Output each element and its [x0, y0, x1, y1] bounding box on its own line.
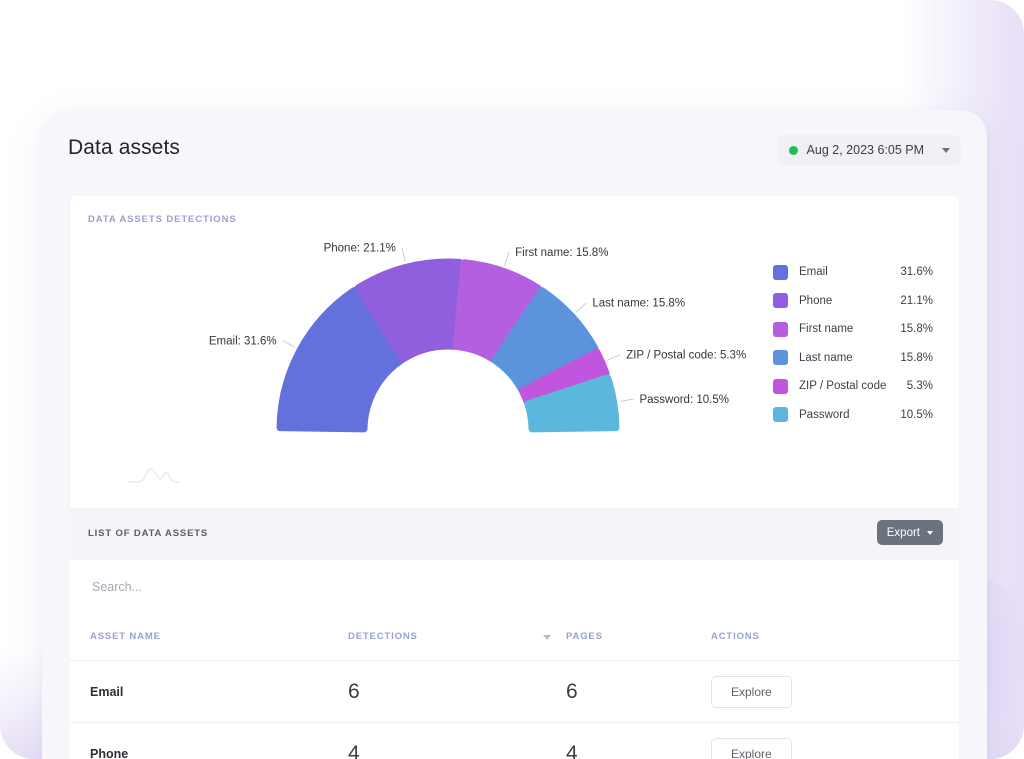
slice-leader-line: [575, 302, 587, 313]
search-input[interactable]: [90, 560, 494, 614]
slice-leader-line: [401, 247, 406, 262]
donut-slices: [276, 258, 620, 433]
legend-item[interactable]: First name 15.8%: [773, 315, 933, 344]
chevron-down-icon: [942, 147, 950, 153]
table-header-row: ASSET NAME DETECTIONS PAGES ACTIONS: [70, 612, 959, 661]
legend-color-swatch: [773, 293, 788, 309]
slice-label: Last name: 15.8%: [592, 298, 685, 310]
legend-item-label: Phone: [799, 294, 833, 307]
column-header-asset-name[interactable]: ASSET NAME: [70, 631, 348, 642]
legend-item[interactable]: Password 10.5%: [773, 401, 933, 430]
legend-item-value: 15.8%: [900, 351, 933, 364]
export-button-label: Export: [886, 526, 920, 539]
legend-item-label: Password: [799, 408, 850, 421]
legend-color-swatch: [773, 321, 788, 337]
cell-detections: 6: [348, 679, 360, 703]
list-section-title: LIST OF DATA ASSETS: [88, 528, 209, 539]
column-header-detections-label: DETECTIONS: [348, 630, 418, 642]
legend-item-label: Last name: [799, 351, 853, 364]
search-bar: [70, 560, 959, 614]
date-range-value: Aug 2, 2023 6:05 PM: [806, 143, 924, 157]
legend-item-label: Email: [799, 266, 828, 279]
legend-color-swatch: [773, 407, 788, 423]
slice-label: Phone: 21.1%: [324, 243, 396, 255]
sparkline-watermark-icon: [126, 464, 182, 491]
data-assets-table: ASSET NAME DETECTIONS PAGES ACTIONS Emai…: [70, 612, 959, 759]
legend-item-value: 31.6%: [900, 266, 933, 279]
slice-label: Email: 31.6%: [209, 336, 277, 348]
cell-asset-name: Email: [90, 684, 124, 699]
legend-item[interactable]: ZIP / Postal code 5.3%: [773, 372, 933, 401]
app-window: Data assets Aug 2, 2023 6:05 PM DATA ASS…: [42, 110, 987, 759]
legend-item-value: 21.1%: [900, 294, 933, 307]
column-header-actions: ACTIONS: [711, 630, 760, 642]
chart-legend: Email 31.6% Phone 21.1% First name 15.8% Last …: [773, 258, 933, 429]
explore-button[interactable]: Explore: [711, 675, 792, 708]
table-row[interactable]: Email 6 6 Explore: [70, 661, 959, 723]
status-dot-icon: [788, 145, 798, 155]
slice-label: Password: 10.5%: [639, 394, 729, 406]
legend-item-value: 15.8%: [900, 323, 933, 336]
explore-button[interactable]: Explore: [711, 737, 792, 759]
date-range-picker[interactable]: Aug 2, 2023 6:05 PM: [776, 135, 961, 165]
legend-item[interactable]: Last name 15.8%: [773, 344, 933, 373]
cell-asset-name: Phone: [90, 746, 129, 759]
legend-color-swatch: [773, 378, 788, 394]
column-header-detections[interactable]: DETECTIONS: [348, 631, 566, 642]
chevron-down-icon: [927, 530, 933, 535]
slice-leader-line: [504, 252, 510, 266]
cell-actions: Explore: [711, 737, 959, 759]
column-header-pages[interactable]: PAGES: [566, 631, 711, 642]
table-body: Email 6 6 Explore Phone 4 4 Explore: [70, 661, 959, 759]
table-row[interactable]: Phone 4 4 Explore: [70, 723, 959, 759]
list-section-header: LIST OF DATA ASSETS Export: [70, 508, 959, 560]
chart-card: DATA ASSETS DETECTIONS Email: 31.6% Phone…: [70, 196, 959, 508]
slice-leader-line: [619, 398, 634, 402]
slice-leader-line: [607, 354, 621, 361]
legend-item[interactable]: Email 31.6%: [773, 258, 933, 287]
legend-item[interactable]: Phone 21.1%: [773, 287, 933, 316]
page-root: Data assets Aug 2, 2023 6:05 PM DATA ASS…: [0, 0, 1024, 759]
cell-detections: 4: [348, 741, 360, 759]
sort-descending-icon[interactable]: [543, 634, 551, 640]
page-title: Data assets: [68, 136, 180, 159]
half-donut-svg: Email: 31.6% Phone: 21.1% First name: 15.8…: [209, 243, 746, 433]
legend-item-value: 10.5%: [900, 408, 933, 421]
legend-item-label: ZIP / Postal code: [799, 380, 887, 393]
app-header: Data assets Aug 2, 2023 6:05 PM: [42, 110, 987, 188]
cell-pages: 4: [566, 741, 578, 759]
slice-leader-line: [282, 340, 296, 348]
legend-item-value: 5.3%: [906, 380, 933, 393]
slice-label: ZIP / Postal code: 5.3%: [626, 350, 746, 362]
legend-color-swatch: [773, 350, 788, 366]
legend-color-swatch: [773, 264, 788, 280]
cell-pages: 6: [566, 679, 578, 703]
slice-label: First name: 15.8%: [515, 247, 608, 259]
cell-actions: Explore: [711, 675, 959, 708]
export-button[interactable]: Export: [876, 520, 943, 545]
half-donut-chart: Email: 31.6% Phone: 21.1% First name: 15.8…: [70, 214, 770, 484]
legend-item-label: First name: [799, 323, 854, 336]
